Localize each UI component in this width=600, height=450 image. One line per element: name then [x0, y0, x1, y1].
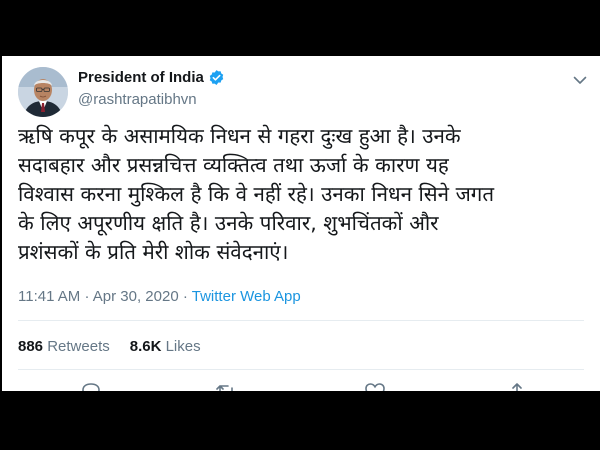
likes-label: Likes [165, 338, 201, 355]
likes-count: 8.6K [129, 338, 162, 355]
retweet-icon [216, 385, 233, 391]
divider [18, 369, 584, 370]
retweet-button[interactable] [215, 382, 237, 391]
tweet-meta: 11:41 AM · Apr 30, 2020 · Twitter Web Ap… [18, 288, 301, 305]
meta-separator: · [84, 288, 90, 305]
tweet-time[interactable]: 11:41 AM [18, 288, 80, 305]
avatar[interactable] [18, 67, 68, 117]
meta-separator: · [182, 288, 188, 305]
tweet-source-link[interactable]: Twitter Web App [192, 288, 301, 305]
tweet-text: ऋषि कपूर के असामयिक निधन से गहरा दुःख हु… [18, 124, 495, 264]
tweet-stats: 886 Retweets 8.6K Likes [18, 338, 201, 355]
likes-stat[interactable]: 8.6K Likes [130, 338, 201, 355]
tweet-date[interactable]: Apr 30, 2020 [93, 288, 179, 305]
display-name-text[interactable]: President of India [78, 69, 204, 86]
retweets-label: Retweets [47, 338, 110, 355]
retweets-count: 886 [18, 338, 44, 355]
user-handle[interactable]: @rashtrapatibhvn [78, 91, 197, 108]
tweet-card: President of India @rashtrapatibhvn ऋषि … [2, 56, 600, 391]
display-name[interactable]: President of India [78, 69, 225, 86]
reply-button[interactable] [80, 382, 102, 391]
like-button[interactable] [364, 382, 386, 391]
retweets-stat[interactable]: 886 Retweets [18, 338, 110, 355]
share-icon [512, 383, 522, 391]
share-button[interactable] [506, 382, 528, 391]
divider [18, 320, 584, 321]
like-icon [365, 383, 385, 391]
verified-badge-icon [209, 70, 224, 85]
reply-icon [82, 383, 100, 391]
chevron-down-icon[interactable] [572, 72, 588, 88]
action-bar [2, 382, 600, 391]
